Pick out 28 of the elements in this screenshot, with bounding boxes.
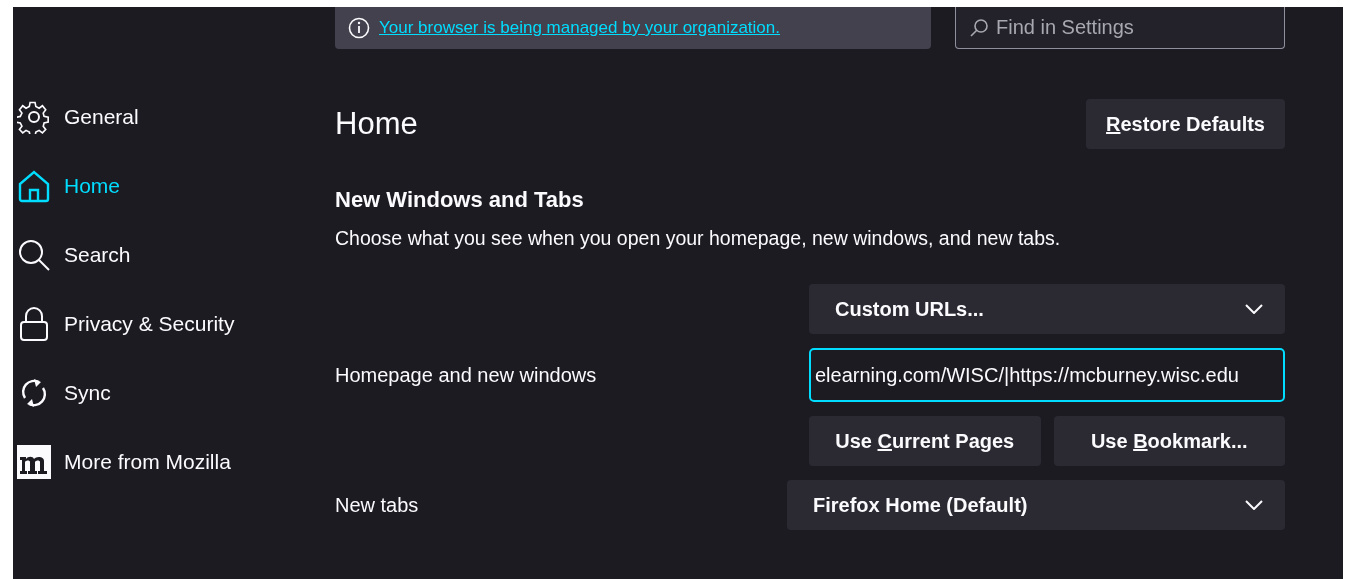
new-tabs-label: New tabs — [335, 493, 420, 517]
search-icon — [17, 238, 51, 272]
managed-link[interactable]: Your browser is being managed by your organization. — [379, 18, 780, 38]
new-tabs-select[interactable]: Firefox Home (Default) — [787, 480, 1285, 530]
homepage-button[interactable]: Use Current Pages — [809, 416, 1041, 466]
lock-icon — [17, 306, 51, 342]
sidebar-item[interactable]: Privacy & Security — [17, 302, 335, 346]
search-field[interactable]: Find in Settings — [955, 7, 1285, 49]
info-icon — [348, 17, 370, 39]
page-title: Home — [335, 106, 418, 142]
url-input-field[interactable]: elearning.com/WISC/|https://mcburney.wisc.edu — [809, 348, 1285, 402]
search-icon — [969, 18, 989, 38]
chevron-down-icon — [1245, 500, 1263, 510]
settings-icon — [17, 100, 51, 134]
homepage-select[interactable]: Custom URLs... — [809, 284, 1285, 334]
section-description: Choose what you see when you open your homepage, new windows, and new tabs. — [335, 227, 1062, 250]
restore-defaults-button[interactable]: Restore Defaults — [1086, 99, 1285, 149]
sidebar-item[interactable]: Home — [17, 164, 335, 208]
chevron-down-icon — [1245, 304, 1263, 314]
section-heading: New Windows and Tabs — [335, 187, 585, 213]
sidebar-item[interactable]: Search — [17, 233, 335, 277]
sidebar-item[interactable]: General — [17, 95, 335, 139]
home-icon — [17, 169, 51, 203]
homepage-button[interactable]: Use Bookmark... — [1053, 416, 1285, 466]
mozilla-logo-icon — [17, 445, 51, 479]
sidebar-item[interactable]: Sync — [17, 371, 335, 415]
sidebar-item[interactable]: More from Mozilla — [17, 440, 335, 484]
homepage-label: Homepage and new windows — [335, 363, 598, 387]
